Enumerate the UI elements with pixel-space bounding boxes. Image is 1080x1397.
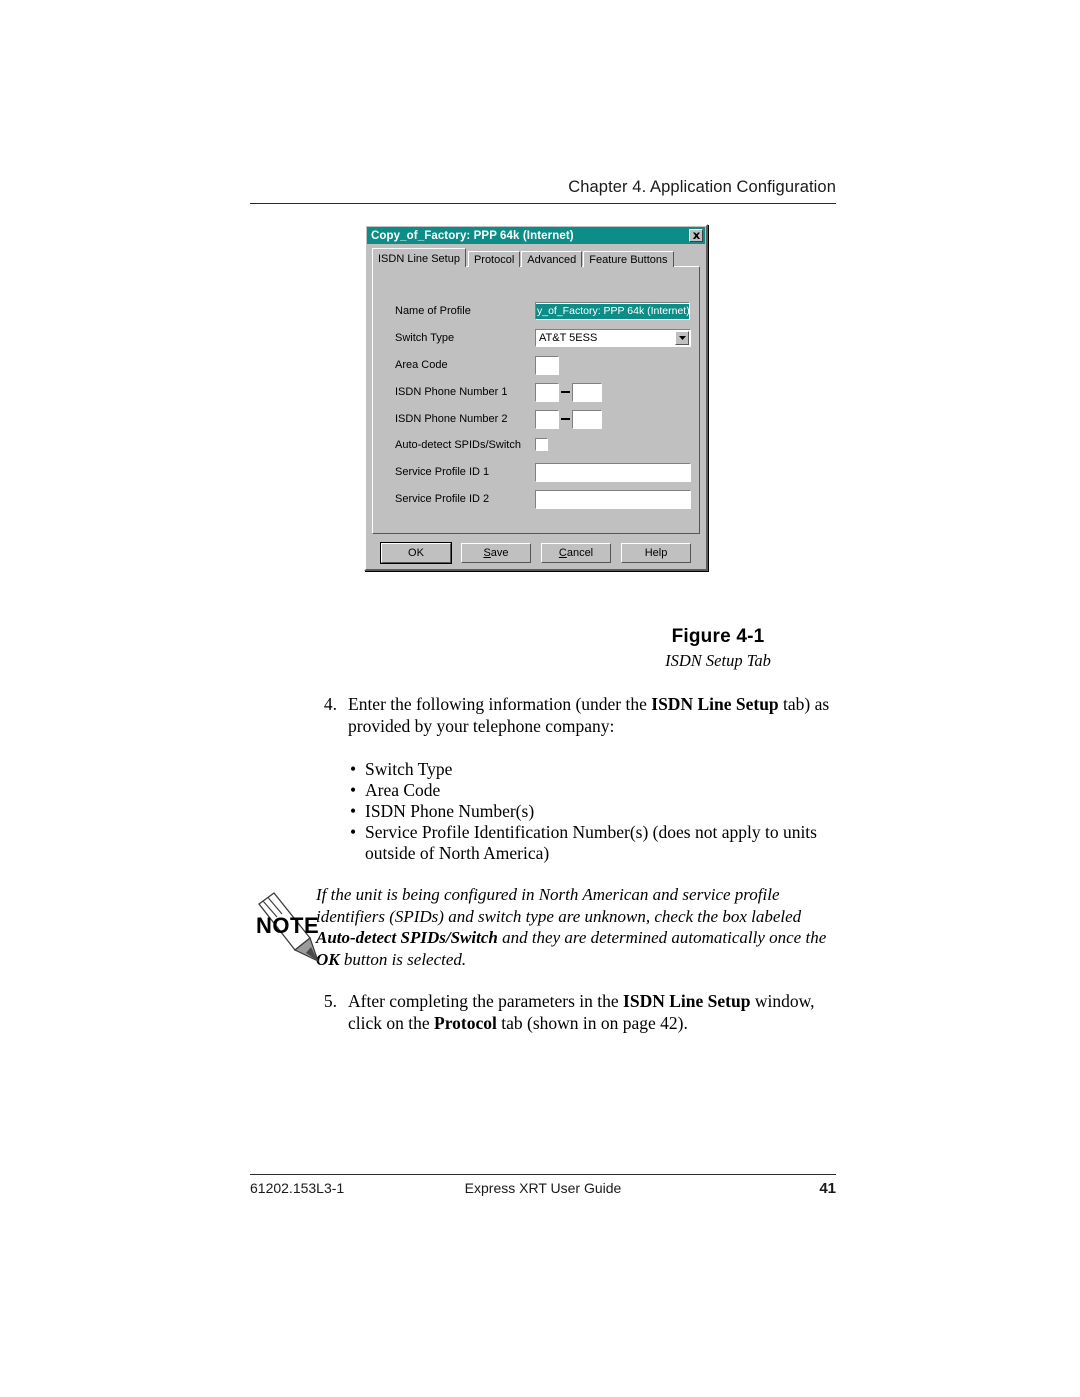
step-4-number: 4.: [323, 694, 337, 714]
list-item: ISDN Phone Number(s): [348, 801, 848, 822]
note-pencil-icon: NOTE: [248, 890, 326, 963]
help-button-label: Help: [644, 547, 668, 559]
step-5-bold2: Protocol: [434, 1012, 497, 1033]
label-area-code: Area Code: [395, 359, 448, 371]
step-5-text: After completing the parameters in the I…: [348, 991, 836, 1034]
page-footer: 61202.153L3-1 Express XRT User Guide 41: [250, 1174, 836, 1197]
label-name-of-profile: Name of Profile: [395, 305, 471, 317]
tab-panel-isdn-line-setup: Name of Profile y_of_Factory: PPP 64k (I…: [372, 266, 700, 534]
help-button[interactable]: Help: [621, 543, 691, 563]
row-isdn-phone-2: ISDN Phone Number 2: [373, 409, 699, 429]
step-5-number: 5.: [323, 991, 337, 1011]
figure-number: Figure 4-1: [671, 626, 765, 647]
cancel-button[interactable]: Cancel: [541, 543, 611, 563]
label-switch-type: Switch Type: [395, 332, 455, 344]
step-5-bold1: ISDN Line Setup: [623, 991, 751, 1011]
tab-label: Advanced: [527, 254, 577, 266]
label-isdn-phone-number-2: ISDN Phone Number 2: [395, 413, 508, 425]
step-5-part1: After completing the parameters in the: [348, 991, 624, 1011]
footer-rule: [250, 1174, 836, 1175]
dialog-button-row: OK Save Cancel Help: [366, 538, 706, 569]
tab-label: Feature Buttons: [589, 254, 668, 266]
list-item: Service Profile Identification Number(s)…: [348, 822, 848, 864]
tab-label: ISDN Line Setup: [378, 253, 460, 265]
note-part1: If the unit is being configured in North…: [316, 885, 802, 926]
note-block: NOTE If the unit is being configured in …: [248, 884, 838, 970]
note-text: If the unit is being configured in North…: [316, 884, 838, 970]
name-of-profile-value: y_of_Factory: PPP 64k (Internet): [536, 303, 690, 319]
service-profile-id-1-input[interactable]: [535, 462, 691, 482]
label-service-profile-id-1: Service Profile ID 1: [395, 466, 490, 478]
step-4-bullet-list: Switch Type Area Code ISDN Phone Number(…: [348, 759, 848, 864]
step-4-part1: Enter the following information (under t…: [348, 694, 652, 714]
step-4-text: Enter the following information (under t…: [348, 694, 836, 737]
auto-detect-spids-switch-checkbox[interactable]: [535, 438, 548, 451]
header-rule: [250, 203, 836, 204]
step-5-part3: tab (shown in on page 42).: [496, 1012, 688, 1033]
isdn-setup-dialog: Copy_of_Factory: PPP 64k (Internet) ISDN…: [364, 224, 708, 571]
save-button[interactable]: Save: [461, 543, 531, 563]
switch-type-select[interactable]: AT&T 5ESS: [535, 329, 691, 347]
step-4-bold1: ISDN Line Setup: [651, 694, 779, 714]
area-code-input[interactable]: [535, 355, 559, 375]
save-button-label: ave: [490, 547, 509, 559]
note-part2: and they are determined automatically on…: [497, 928, 827, 947]
label-auto-detect-spids-switch: Auto-detect SPIDs/Switch: [395, 438, 521, 451]
isdn-phone-1-prefix-input[interactable]: [535, 382, 559, 402]
row-spid-1: Service Profile ID 1: [373, 462, 699, 482]
list-item: Switch Type: [348, 759, 848, 780]
row-isdn-phone-1: ISDN Phone Number 1: [373, 382, 699, 402]
isdn-phone-1-suffix-input[interactable]: [572, 382, 602, 402]
isdn-phone-2-suffix-input[interactable]: [572, 409, 602, 429]
dash-separator-icon: [561, 391, 570, 393]
tab-feature-buttons[interactable]: Feature Buttons: [583, 251, 674, 267]
dialog-titlebar: Copy_of_Factory: PPP 64k (Internet): [367, 227, 705, 244]
figure-caption: Figure 4-1 ISDN Setup Tab: [600, 626, 836, 671]
tab-isdn-line-setup[interactable]: ISDN Line Setup: [372, 248, 466, 267]
ok-button[interactable]: OK: [380, 542, 452, 564]
page-header: Chapter 4. Application Configuration: [250, 178, 836, 204]
ok-button-label: OK: [408, 547, 424, 559]
figure-title: ISDN Setup Tab: [665, 651, 771, 670]
guide-title: Express XRT User Guide: [464, 1180, 622, 1196]
service-profile-id-2-input[interactable]: [535, 489, 691, 509]
row-name-of-profile: Name of Profile y_of_Factory: PPP 64k (I…: [373, 301, 699, 321]
chapter-heading: Chapter 4. Application Configuration: [568, 178, 836, 196]
tab-protocol[interactable]: Protocol: [467, 251, 521, 267]
label-isdn-phone-number-1: ISDN Phone Number 1: [395, 386, 508, 398]
note-part3: button is selected.: [339, 949, 467, 969]
svg-text:NOTE: NOTE: [256, 913, 319, 938]
step-5: 5. After completing the parameters in th…: [311, 991, 836, 1034]
step-4: 4. Enter the following information (unde…: [311, 694, 836, 737]
footer-row: 61202.153L3-1 Express XRT User Guide 41: [250, 1180, 836, 1197]
isdn-phone-2-prefix-input[interactable]: [535, 409, 559, 429]
dash-separator-icon: [561, 418, 570, 420]
close-icon[interactable]: [689, 229, 703, 242]
row-area-code: Area Code: [373, 355, 699, 375]
note-bold1: Auto-detect SPIDs/Switch: [316, 928, 498, 947]
name-of-profile-input[interactable]: y_of_Factory: PPP 64k (Internet): [535, 302, 690, 320]
switch-type-value: AT&T 5ESS: [539, 332, 598, 344]
tab-label: Protocol: [473, 254, 515, 266]
dialog-tabs: ISDN Line Setup Protocol Advanced Featur…: [372, 248, 706, 267]
row-switch-type: Switch Type AT&T 5ESS: [373, 328, 699, 348]
cancel-button-label: ancel: [566, 547, 594, 559]
chevron-down-icon[interactable]: [675, 331, 689, 345]
list-item: Area Code: [348, 780, 848, 801]
dialog-title: Copy_of_Factory: PPP 64k (Internet): [371, 229, 574, 242]
label-service-profile-id-2: Service Profile ID 2: [395, 493, 490, 505]
row-auto-detect: Auto-detect SPIDs/Switch: [373, 436, 699, 453]
row-spid-2: Service Profile ID 2: [373, 489, 699, 509]
cancel-button-accel: C: [558, 547, 567, 559]
tab-advanced[interactable]: Advanced: [521, 251, 583, 267]
save-button-accel: S: [483, 547, 491, 559]
